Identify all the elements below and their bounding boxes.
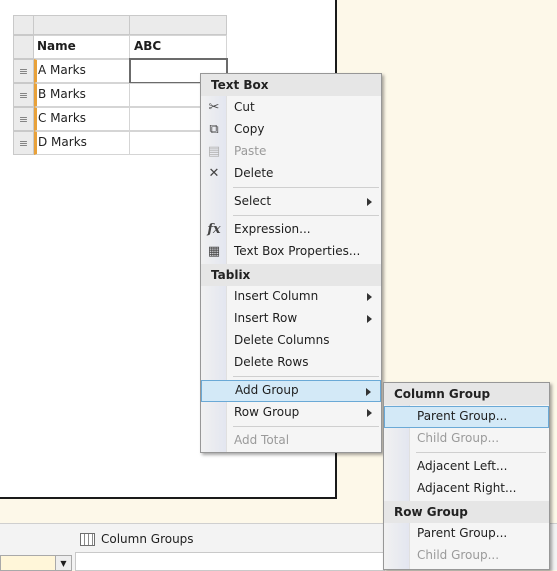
menu-item-paste: ▤ Paste (201, 141, 381, 163)
menu-item-column-parent-group[interactable]: Parent Group... (384, 406, 549, 428)
menu-item-label: Adjacent Left... (417, 459, 508, 473)
fx-icon: fx (207, 222, 221, 237)
header-cell-name[interactable]: Name (34, 35, 130, 59)
menu-item-label: Add Group (235, 383, 299, 397)
table-row[interactable]: ≡ A Marks (13, 58, 228, 84)
menu-item-add-total: Add Total (201, 430, 381, 452)
menu-item-adjacent-right[interactable]: Adjacent Right... (384, 478, 549, 500)
menu-item-label: Row Group (234, 405, 300, 419)
menu-item-label: Insert Row (234, 311, 298, 325)
menu-section-tablix: Tablix (201, 264, 381, 286)
delete-x-icon: ✕ (208, 166, 220, 181)
row-handle[interactable]: ≡ (13, 59, 34, 83)
menu-separator (416, 452, 546, 453)
column-handle-a[interactable] (34, 15, 130, 35)
menu-item-cut[interactable]: ✂ Cut (201, 97, 381, 119)
menu-item-row-parent-group[interactable]: Parent Group... (384, 523, 549, 545)
copy-icon: ⧉ (209, 122, 219, 137)
menu-section-text-box: Text Box (201, 74, 381, 96)
column-handle-b[interactable] (130, 15, 227, 35)
corner-handle[interactable] (13, 15, 34, 35)
column-groups-header: Column Groups (80, 532, 194, 546)
menu-section-row-group: Row Group (384, 501, 549, 523)
menu-item-label: Parent Group... (417, 526, 508, 540)
menu-item-label: Add Total (234, 433, 290, 447)
row-handle[interactable]: ≡ (13, 107, 34, 131)
menu-item-label: Select (234, 194, 272, 208)
column-groups-label: Column Groups (101, 532, 194, 546)
scissors-icon: ✂ (208, 100, 220, 115)
row-label-cell[interactable]: A Marks (34, 59, 130, 83)
paste-icon: ▤ (207, 144, 221, 159)
row-label-cell[interactable]: C Marks (34, 107, 130, 131)
menu-item-insert-row[interactable]: Insert Row (201, 308, 381, 330)
menu-separator (233, 187, 379, 188)
menu-item-column-child-group: Child Group... (384, 428, 549, 450)
menu-item-label: Copy (234, 122, 265, 136)
chevron-down-icon[interactable]: ▼ (55, 556, 71, 570)
menu-item-label: Paste (234, 144, 267, 158)
row-handle[interactable] (13, 35, 34, 59)
column-groups-list[interactable] (75, 552, 385, 571)
table-row[interactable]: ≡ B Marks (13, 83, 227, 107)
properties-icon: ▦ (207, 244, 221, 259)
menu-item-label: Expression... (234, 222, 311, 236)
menu-separator (233, 215, 379, 216)
menu-item-label: Child Group... (417, 431, 500, 445)
submenu-arrow-icon (367, 293, 372, 301)
menu-item-label: Delete Columns (234, 333, 330, 347)
menu-item-label: Child Group... (417, 548, 500, 562)
menu-item-label: Insert Column (234, 289, 319, 303)
menu-item-label: Cut (234, 100, 255, 114)
add-group-submenu: Column Group Parent Group... Child Group… (383, 382, 550, 570)
menu-section-column-group: Column Group (384, 383, 549, 405)
menu-separator (233, 376, 379, 377)
menu-item-delete[interactable]: ✕ Delete (201, 163, 381, 185)
menu-item-adjacent-left[interactable]: Adjacent Left... (384, 456, 549, 478)
menu-item-label: Adjacent Right... (417, 481, 517, 495)
submenu-arrow-icon (366, 388, 371, 396)
row-label-cell[interactable]: B Marks (34, 83, 130, 107)
menu-item-label: Text Box Properties... (234, 244, 361, 258)
menu-item-delete-columns[interactable]: Delete Columns (201, 330, 381, 352)
menu-separator (233, 426, 379, 427)
menu-item-copy[interactable]: ⧉ Copy (201, 119, 381, 141)
menu-item-expression[interactable]: fx Expression... (201, 219, 381, 241)
context-menu: Text Box ✂ Cut ⧉ Copy ▤ Paste ✕ Delete S… (200, 73, 382, 453)
menu-item-text-box-properties[interactable]: ▦ Text Box Properties... (201, 241, 381, 263)
submenu-arrow-icon (367, 409, 372, 417)
table-row[interactable]: ≡ D Marks (13, 131, 227, 155)
row-groups-dropdown[interactable]: ▼ (0, 555, 72, 571)
menu-item-delete-rows[interactable]: Delete Rows (201, 352, 381, 374)
submenu-arrow-icon (367, 198, 372, 206)
row-handle[interactable]: ≡ (13, 131, 34, 155)
menu-item-row-child-group: Child Group... (384, 545, 549, 567)
menu-item-label: Delete Rows (234, 355, 309, 369)
row-label-cell[interactable]: D Marks (34, 131, 130, 155)
menu-item-select[interactable]: Select (201, 191, 381, 213)
table-row[interactable]: ≡ C Marks (13, 107, 227, 131)
menu-item-label: Delete (234, 166, 274, 180)
row-handle[interactable]: ≡ (13, 83, 34, 107)
menu-item-insert-column[interactable]: Insert Column (201, 286, 381, 308)
menu-item-add-group[interactable]: Add Group (201, 380, 381, 402)
menu-item-label: Parent Group... (417, 409, 508, 423)
tablix-header-row[interactable]: Name ABC (13, 35, 227, 59)
header-cell-abc[interactable]: ABC (130, 35, 227, 59)
column-groups-icon (80, 532, 95, 546)
menu-item-row-group[interactable]: Row Group (201, 402, 381, 424)
submenu-arrow-icon (367, 315, 372, 323)
